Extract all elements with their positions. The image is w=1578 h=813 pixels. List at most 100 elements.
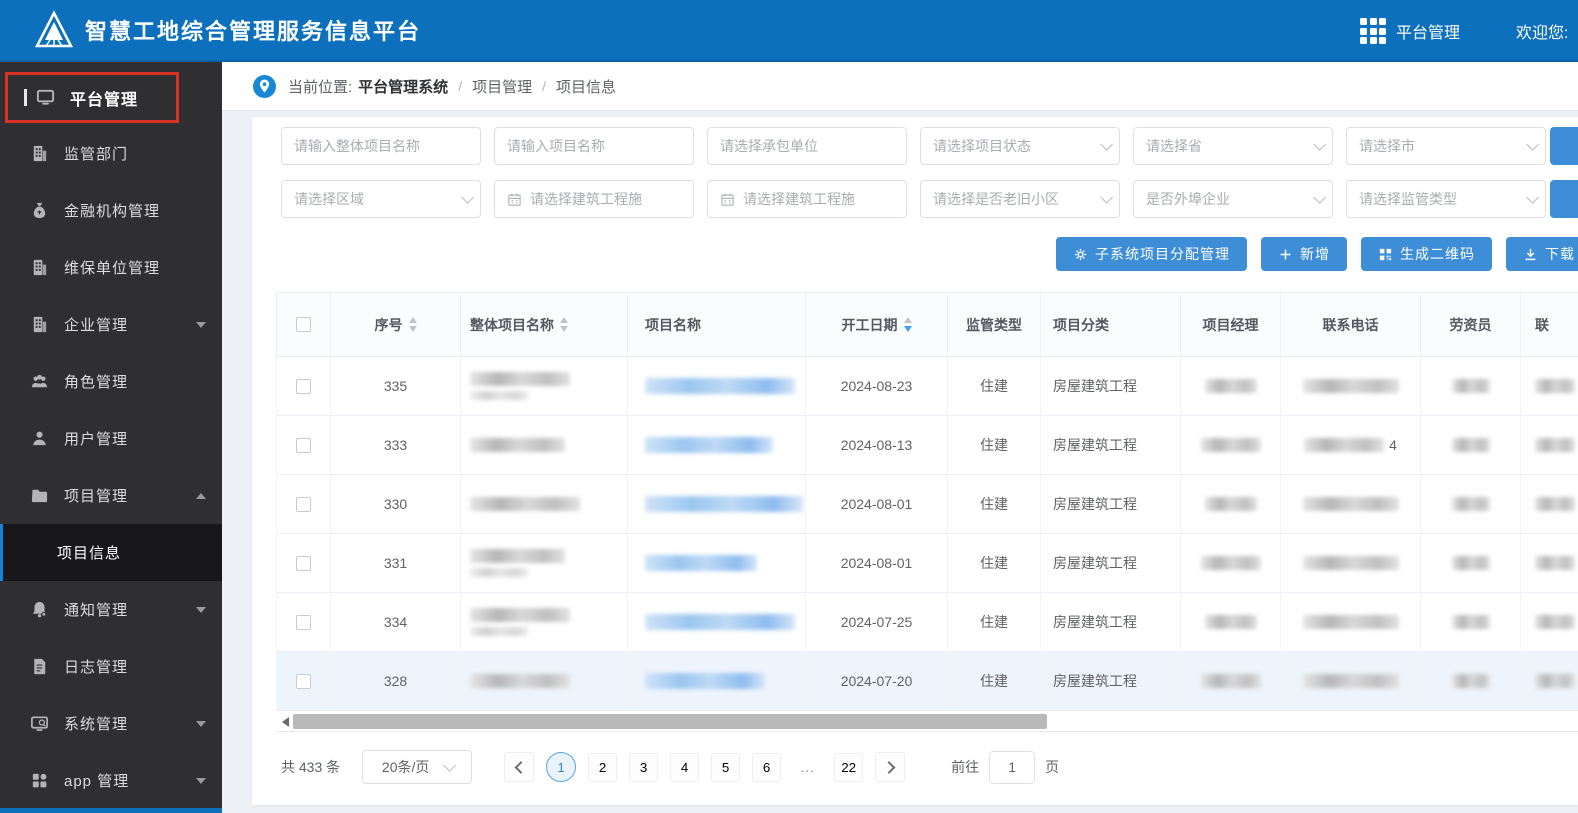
filter-select[interactable]: 请选择监管类型 bbox=[1346, 180, 1546, 218]
project-name-cell bbox=[628, 475, 806, 534]
next-page-button[interactable] bbox=[875, 752, 906, 782]
sort-asc-icon[interactable] bbox=[560, 317, 568, 323]
sort-desc-icon[interactable] bbox=[408, 326, 417, 332]
redacted-project-name-link[interactable] bbox=[645, 614, 795, 630]
sort-desc-icon[interactable] bbox=[903, 326, 912, 332]
supervision-type-value: 住建 bbox=[980, 673, 1008, 689]
supervision-type-value: 住建 bbox=[980, 378, 1008, 394]
redacted-project-name-link[interactable] bbox=[645, 496, 803, 512]
column-header[interactable]: 整体项目名称 bbox=[461, 293, 628, 357]
scrollbar-thumb[interactable] bbox=[293, 714, 1047, 729]
redacted-text-block bbox=[470, 549, 565, 563]
redacted-project-name-link[interactable] bbox=[645, 378, 795, 394]
redacted-overall-name bbox=[470, 438, 565, 452]
redacted-labor-officer bbox=[1451, 556, 1490, 570]
filter-date[interactable]: 请选择建筑工程施 bbox=[494, 180, 694, 218]
page-button[interactable]: 4 bbox=[670, 752, 700, 782]
redacted-project-name-link[interactable] bbox=[645, 673, 765, 689]
sidebar-item[interactable]: 维保单位管理 bbox=[0, 239, 222, 296]
select-all-checkbox[interactable] bbox=[296, 317, 311, 332]
sidebar-item[interactable]: 平台管理 bbox=[5, 72, 179, 123]
row-checkbox[interactable] bbox=[296, 496, 311, 512]
breadcrumb-root[interactable]: 平台管理系统 bbox=[358, 76, 448, 97]
row-checkbox[interactable] bbox=[296, 437, 311, 453]
redacted-phone-number bbox=[1304, 438, 1385, 452]
sort-desc-icon[interactable] bbox=[560, 326, 568, 332]
table-row: 334 2024-07-25 住建 房屋建筑工程 bbox=[276, 593, 1578, 652]
seq-value: 331 bbox=[383, 555, 408, 571]
page-button[interactable]: 3 bbox=[629, 752, 659, 782]
platform-nav-label[interactable]: 平台管理 bbox=[1396, 19, 1460, 43]
row-checkbox[interactable] bbox=[296, 673, 311, 689]
column-header[interactable]: 序号 bbox=[331, 293, 461, 357]
page-button[interactable]: 1 bbox=[546, 752, 577, 782]
sidebar-item[interactable]: 金融机构管理 bbox=[0, 182, 222, 239]
breadcrumb-item-project-mgmt[interactable]: 项目管理 bbox=[472, 76, 532, 97]
page-button[interactable]: 22 bbox=[834, 752, 864, 782]
chevron-down-icon bbox=[1313, 137, 1326, 151]
add-new-button[interactable]: 新增 bbox=[1261, 237, 1347, 271]
sidebar-item[interactable]: 通知管理 bbox=[0, 581, 222, 638]
download-button[interactable]: 下载 bbox=[1506, 237, 1578, 271]
sidebar-item[interactable]: 日志管理 bbox=[0, 638, 222, 695]
row-checkbox[interactable] bbox=[296, 614, 311, 630]
reset-button-partial[interactable] bbox=[1550, 180, 1578, 218]
apps-grid-icon[interactable] bbox=[1360, 18, 1386, 44]
page-size-select[interactable]: 20条/页 bbox=[362, 750, 473, 784]
sidebar-item[interactable]: 项目管理 bbox=[0, 467, 222, 524]
sidebar-item[interactable]: 监管部门 bbox=[0, 125, 222, 182]
phone-visible-digit: 4 bbox=[1389, 437, 1397, 453]
column-header[interactable]: 开工日期 bbox=[806, 293, 948, 357]
column-header: 联 bbox=[1521, 293, 1578, 357]
sidebar-item[interactable]: app 管理 bbox=[0, 752, 222, 809]
start-date-cell: 2024-08-01 bbox=[806, 475, 948, 534]
subsystem-project-assign-button[interactable]: 子系统项目分配管理 bbox=[1056, 237, 1247, 271]
filter-text[interactable]: 请输入项目名称 bbox=[494, 127, 694, 165]
filter-select[interactable]: 请选择市 bbox=[1346, 127, 1546, 165]
prev-page-button[interactable] bbox=[504, 752, 535, 782]
overall-project-name-cell bbox=[461, 357, 628, 416]
redacted-project-name-link[interactable] bbox=[645, 437, 773, 453]
sidebar-item[interactable]: 企业管理 bbox=[0, 296, 222, 353]
bell-icon bbox=[30, 600, 49, 619]
action-label: 生成二维码 bbox=[1400, 246, 1475, 262]
filter-date[interactable]: 请选择建筑工程施 bbox=[707, 180, 907, 218]
seq-value: 330 bbox=[383, 496, 408, 512]
sidebar-subitem-project-info[interactable]: 项目信息 bbox=[0, 524, 222, 581]
goto-page-input[interactable] bbox=[989, 750, 1036, 784]
breadcrumb-separator: / bbox=[542, 78, 546, 94]
filter-select[interactable]: 请选择省 bbox=[1133, 127, 1333, 165]
filter-text[interactable]: 请输入整体项目名称 bbox=[281, 127, 481, 165]
page-button[interactable]: 5 bbox=[711, 752, 741, 782]
seq-cell: 331 bbox=[331, 534, 461, 593]
row-checkbox-cell bbox=[277, 475, 331, 534]
filter-select[interactable]: 请选择项目状态 bbox=[920, 127, 1120, 165]
supervision-type-cell: 住建 bbox=[948, 534, 1041, 593]
scroll-left-arrow-icon[interactable] bbox=[282, 717, 289, 727]
filter-select[interactable]: 是否外埠企业 bbox=[1133, 180, 1333, 218]
sidebar-item[interactable]: 系统管理 bbox=[0, 695, 222, 752]
redacted-project-name-link[interactable] bbox=[645, 555, 757, 571]
sidebar-item-label: 监管部门 bbox=[64, 146, 129, 163]
sidebar-item[interactable]: 用户管理 bbox=[0, 410, 222, 467]
chevron-down-icon bbox=[443, 758, 457, 772]
row-checkbox[interactable] bbox=[296, 555, 311, 571]
user-icon bbox=[30, 429, 49, 448]
seq-cell: 334 bbox=[331, 593, 461, 652]
chevron-down-icon bbox=[461, 190, 474, 204]
sort-asc-icon[interactable] bbox=[408, 317, 417, 323]
row-checkbox[interactable] bbox=[296, 378, 311, 394]
filter-placeholder: 请选择区域 bbox=[294, 191, 364, 207]
sidebar-item[interactable]: 角色管理 bbox=[0, 353, 222, 410]
chevron-down-icon bbox=[196, 777, 206, 784]
sort-asc-icon[interactable] bbox=[903, 317, 912, 323]
page-button[interactable]: 6 bbox=[752, 752, 782, 782]
page-button[interactable]: 2 bbox=[588, 752, 618, 782]
horizontal-scrollbar[interactable] bbox=[276, 713, 1578, 732]
filter-text[interactable]: 请选择承包单位 bbox=[707, 127, 907, 165]
filter-select[interactable]: 请选择区域 bbox=[281, 180, 481, 218]
filter-select[interactable]: 请选择是否老旧小区 bbox=[920, 180, 1120, 218]
search-button-partial[interactable] bbox=[1550, 127, 1578, 165]
overall-project-name-cell bbox=[461, 593, 628, 652]
generate-qrcode-button[interactable]: 生成二维码 bbox=[1361, 237, 1492, 271]
